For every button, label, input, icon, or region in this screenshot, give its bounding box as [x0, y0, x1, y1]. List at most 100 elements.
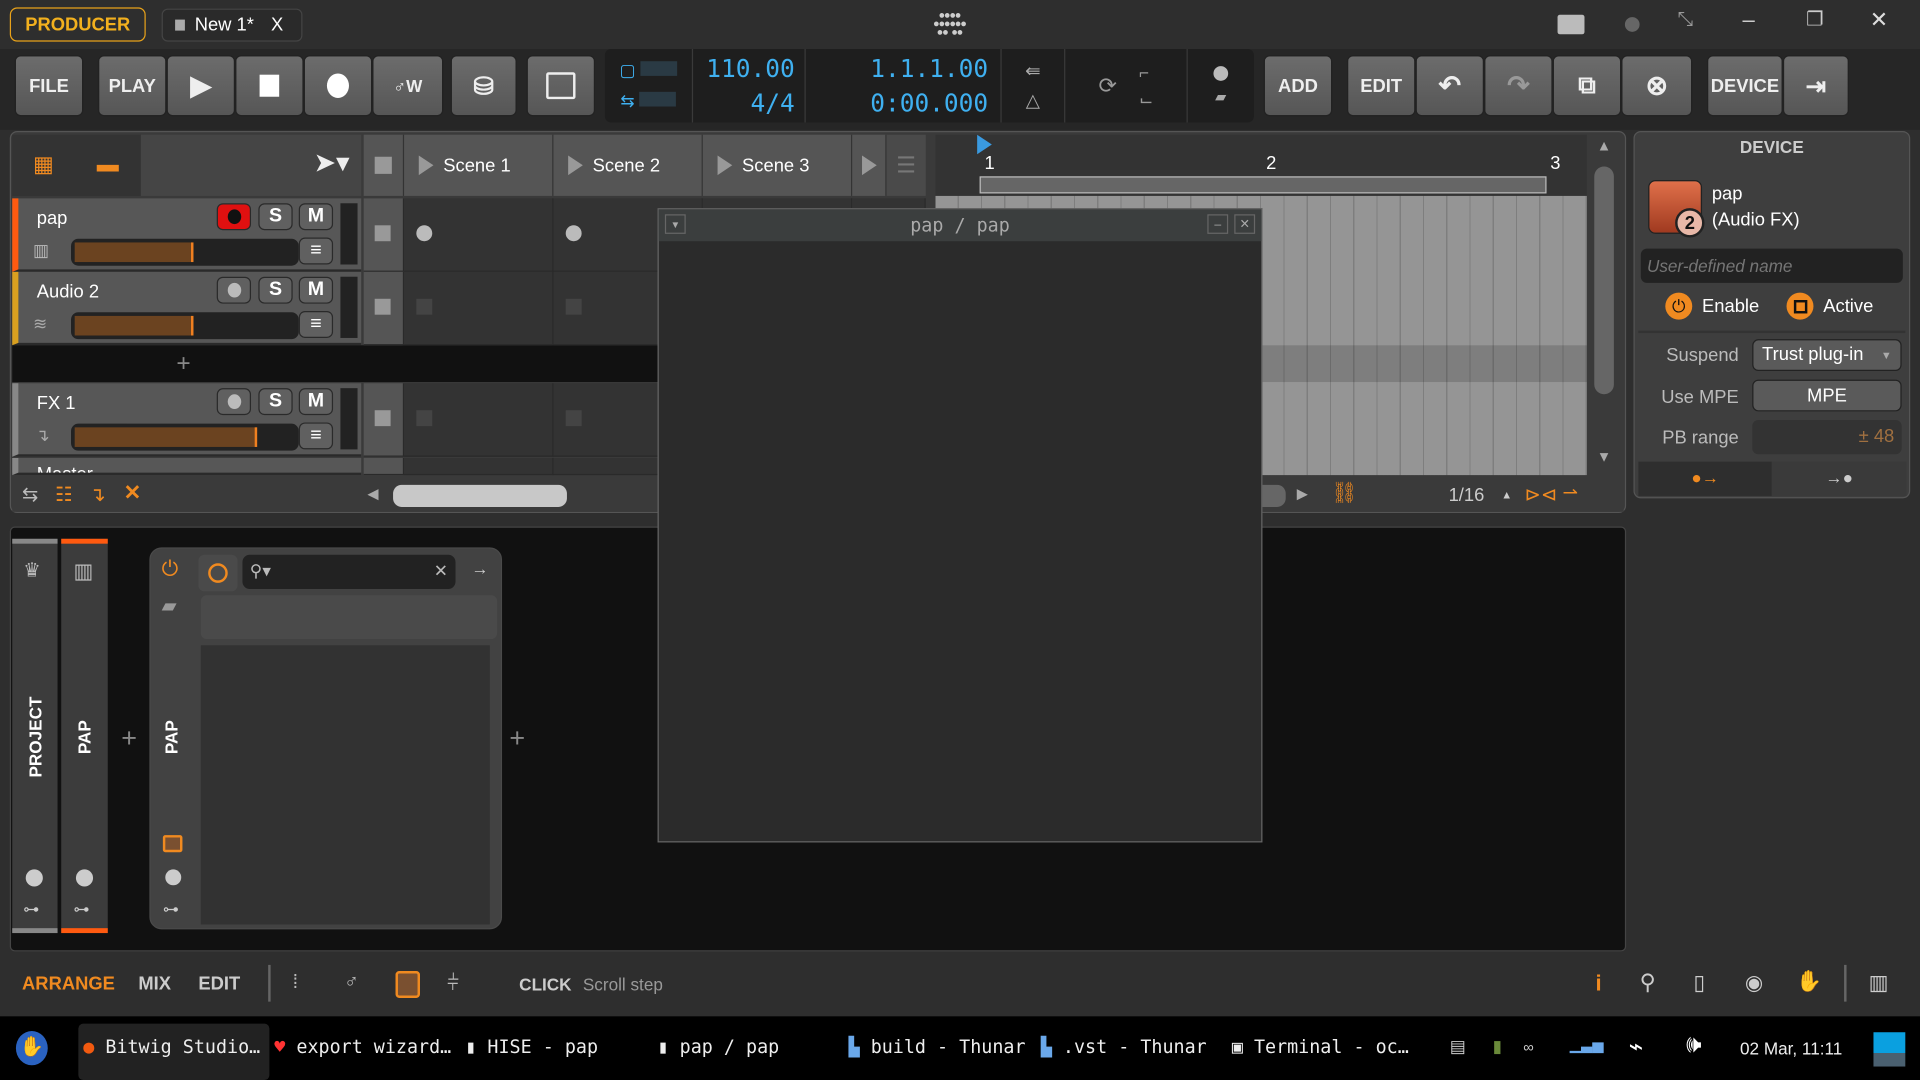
device-enter-button[interactable]: ⇥ [1782, 55, 1849, 117]
tempo-display[interactable]: 110.00 4/4 [693, 48, 806, 123]
mute-button[interactable]: M [298, 276, 334, 304]
fullscreen-icon[interactable]: ⤡ [1678, 10, 1694, 32]
record-button[interactable] [303, 55, 373, 117]
duplicate-button[interactable]: ⧉ [1552, 55, 1622, 117]
scene-more[interactable] [852, 134, 887, 196]
scene-3[interactable]: Scene 3 [702, 134, 853, 196]
metronome-icon[interactable]: △ [1026, 89, 1040, 112]
pb-range-field[interactable]: ± 48 [1752, 420, 1902, 455]
automation-write-button[interactable]: ♂W [372, 55, 444, 117]
tab-close-icon[interactable]: X [271, 15, 283, 36]
add-device-button[interactable]: + [121, 722, 137, 754]
undo-button[interactable]: ↶ [1415, 55, 1485, 117]
scroll-down-icon[interactable]: ▼ [1597, 448, 1612, 465]
clip-slot[interactable] [404, 457, 554, 476]
tab-mix[interactable]: MIX [138, 973, 171, 994]
master-track-icon[interactable]: ✕ [124, 481, 141, 505]
producer-button[interactable]: PRODUCER [9, 7, 146, 42]
file-icon[interactable]: ▯ [1693, 971, 1704, 995]
solo-button[interactable]: S [258, 203, 293, 231]
minimize-icon[interactable]: – [1742, 7, 1754, 33]
start-menu-icon[interactable]: ✋ [15, 1031, 48, 1066]
track-stop-button[interactable] [363, 383, 405, 457]
track-list-icon[interactable]: ☷ [55, 482, 73, 506]
modulator-out-button[interactable]: ●→ [1638, 461, 1772, 496]
window-minimize-icon[interactable]: – [1207, 214, 1229, 234]
taskbar-item-build[interactable]: ▙ build - Thunar [849, 1036, 1026, 1058]
taskbar-item-hise[interactable]: ▮ HISE - pap [465, 1036, 598, 1058]
position-beats[interactable]: 1.1.1.00 [870, 51, 988, 85]
track-stop-button[interactable] [363, 457, 405, 476]
add-button[interactable]: ADD [1263, 55, 1333, 117]
taskbar-item-plugin[interactable]: ▮ pap / pap [658, 1036, 780, 1058]
key-arrow-icon[interactable]: ⊶ [73, 900, 89, 920]
tempo-value[interactable]: 110.00 [706, 51, 794, 85]
plugin-window-titlebar[interactable]: ▼ pap / pap – ✕ [658, 209, 1262, 242]
window-close-icon[interactable]: ✕ [1234, 214, 1256, 234]
mixer-icon[interactable]: ⫩ [447, 971, 459, 995]
playhead-marker[interactable] [977, 134, 992, 155]
clip-slot[interactable] [404, 198, 554, 272]
key-arrow-icon[interactable]: ⊶ [23, 900, 39, 920]
horizontal-scrollbar[interactable] [393, 484, 567, 507]
track-menu-button[interactable]: ≡ [298, 422, 334, 450]
volume-fader[interactable] [71, 238, 299, 266]
grid-up-icon[interactable]: ▲ [1501, 489, 1512, 501]
follow-link-icon[interactable]: ⛓ [1331, 481, 1357, 505]
play-button[interactable]: ▶ [166, 55, 236, 117]
close-window-icon[interactable]: ✕ [1870, 7, 1888, 33]
track-menu-button[interactable]: ≡ [298, 311, 334, 338]
grid-value[interactable]: 1/16 [1449, 485, 1485, 506]
track-pap[interactable]: pap S M ▥ ≡ [12, 198, 362, 272]
track-fx-1[interactable]: FX 1 S M ↴ ≡ [12, 383, 362, 457]
folder-icon[interactable]: ▰ [162, 594, 177, 618]
clipboard-icon[interactable]: ▤ [1450, 1036, 1466, 1057]
redo-button[interactable]: ↷ [1484, 55, 1553, 117]
dot-icon[interactable] [1213, 66, 1229, 81]
device-view-icon[interactable] [395, 971, 421, 998]
modulator-in-button[interactable]: →● [1771, 461, 1907, 496]
loop-icon[interactable]: ⟳ [1098, 73, 1116, 99]
plugin-window[interactable]: ▼ pap / pap – ✕ [657, 208, 1263, 843]
taskbar-item-browser[interactable]: ♥ export wizard… [274, 1036, 451, 1058]
maximize-icon[interactable]: ❐ [1806, 7, 1824, 31]
infinity-icon[interactable]: ∞ [1523, 1038, 1533, 1055]
keyboard-icon[interactable]: ▥ [1869, 971, 1889, 995]
track-audio-2[interactable]: Audio 2 S M ≋ ≡ [12, 271, 362, 346]
solo-button[interactable]: S [258, 388, 293, 416]
track-menu-button[interactable]: ≡ [298, 237, 334, 265]
time-signature[interactable]: 4/4 [750, 86, 794, 120]
tab-arrange[interactable]: ARRANGE [22, 973, 115, 994]
edit-button[interactable]: EDIT [1346, 55, 1416, 117]
active-toggle[interactable]: Active [1786, 292, 1873, 320]
info-icon[interactable]: i [1596, 971, 1602, 997]
automation-icon[interactable]: ♂ [344, 972, 359, 994]
speaker-icon[interactable]: ◉ [1745, 971, 1763, 995]
battery-charging-icon[interactable]: ⌁ [1629, 1031, 1644, 1062]
volume-fader[interactable] [71, 423, 299, 451]
stop-all-icon[interactable] [374, 156, 392, 174]
hand-icon[interactable]: ✋ [1796, 970, 1822, 994]
knob-icon[interactable] [165, 869, 182, 886]
pointer-tool-icon[interactable]: ➤▾ [313, 147, 349, 179]
folder-icon[interactable]: ▰ [1215, 88, 1226, 105]
arrow-right-icon[interactable]: → [471, 558, 488, 578]
volume-fader[interactable] [71, 312, 299, 340]
scene-list-icon[interactable]: ☰ [886, 134, 926, 196]
clip-slot[interactable] [404, 383, 554, 457]
scene-1[interactable]: Scene 1 [404, 134, 554, 196]
dot-icon[interactable] [1624, 17, 1640, 32]
play-menu-button[interactable]: PLAY [97, 55, 167, 117]
preset-knob-icon[interactable] [198, 554, 238, 592]
swap-icon[interactable]: ⇆ [22, 482, 38, 506]
knob-icon[interactable] [25, 869, 43, 887]
record-arm-button[interactable] [216, 388, 252, 416]
record-arm-button[interactable] [216, 203, 252, 231]
network-icon[interactable]: ▁▃▅ [1570, 1036, 1604, 1053]
preset-search-input[interactable]: ⚲▾ ✕ [242, 554, 456, 589]
loop-region[interactable] [979, 176, 1547, 194]
arrange-view-icon[interactable]: ▬ [97, 152, 119, 178]
scroll-left-icon[interactable]: ◀ [367, 485, 378, 502]
adaptive-grid-icon[interactable]: ⇀ [1562, 481, 1577, 503]
enable-toggle[interactable]: ⏻ Enable [1665, 292, 1759, 320]
